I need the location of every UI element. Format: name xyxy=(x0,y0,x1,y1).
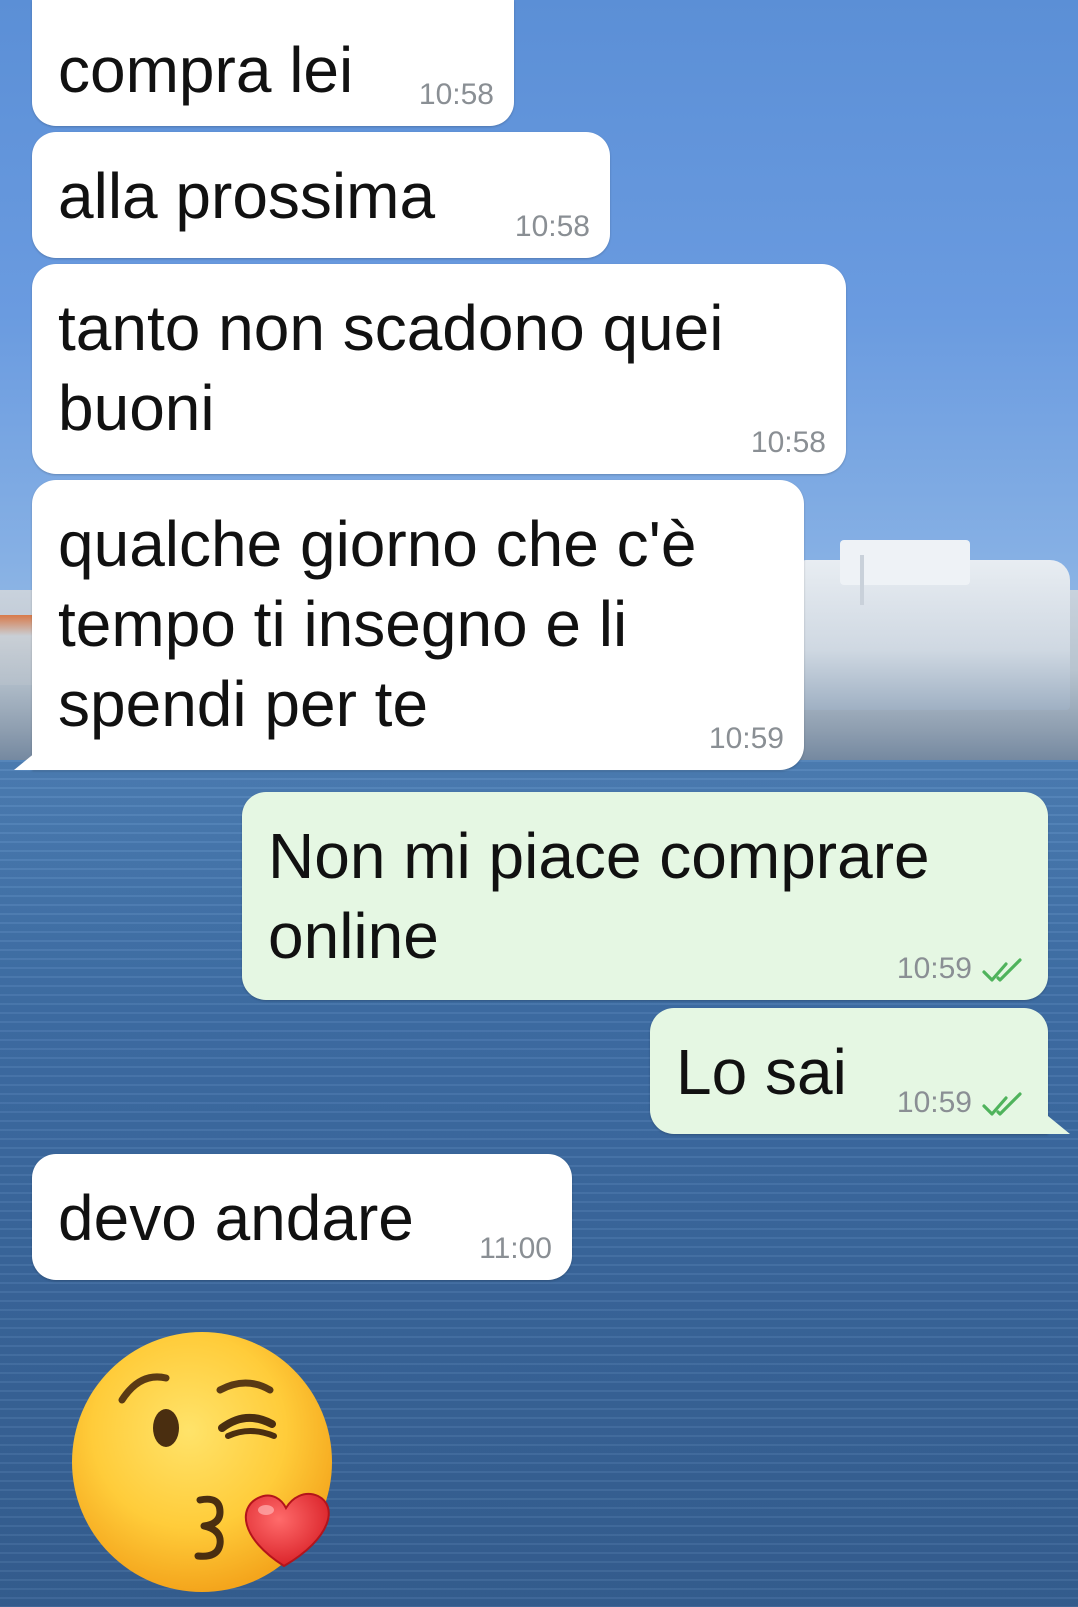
message-time: 11:00 xyxy=(479,1232,552,1265)
message-text: devo andare xyxy=(58,1182,414,1254)
message-bubble-incoming[interactable]: devo andare 11:00 xyxy=(32,1154,572,1280)
bubble-tail-incoming xyxy=(14,752,36,770)
message-time: 10:59 xyxy=(896,1086,972,1119)
message-bubble-incoming[interactable]: alla prossima 10:58 xyxy=(32,132,610,258)
message-bubble-outgoing[interactable]: Lo sai 10:59 xyxy=(650,1008,1048,1134)
bubble-tail-outgoing xyxy=(1048,1116,1070,1134)
double-check-read-icon xyxy=(982,1092,1022,1116)
message-time: 10:58 xyxy=(750,426,826,459)
message-bubble-incoming[interactable]: qualche giorno che c'è tempo ti insegno … xyxy=(32,480,804,770)
message-bubble-incoming[interactable]: compra lei 10:58 xyxy=(32,0,514,126)
message-text: qualche giorno che c'è tempo ti insegno … xyxy=(58,508,697,740)
message-bubble-outgoing[interactable]: Non mi piace comprare online 10:59 xyxy=(242,792,1048,1000)
message-time: 10:58 xyxy=(514,210,590,243)
message-time: 10:59 xyxy=(896,952,972,985)
message-text: alla prossima xyxy=(58,160,436,232)
face-blowing-a-kiss-emoji-icon[interactable] xyxy=(70,1328,350,1600)
message-time: 10:58 xyxy=(418,78,494,111)
message-time: 10:59 xyxy=(708,722,784,755)
wallpaper-ship-mast xyxy=(860,555,864,605)
message-bubble-incoming[interactable]: tanto non scadono quei buoni 10:58 xyxy=(32,264,846,474)
message-text: tanto non scadono quei buoni xyxy=(58,292,724,444)
double-check-read-icon xyxy=(982,958,1022,982)
